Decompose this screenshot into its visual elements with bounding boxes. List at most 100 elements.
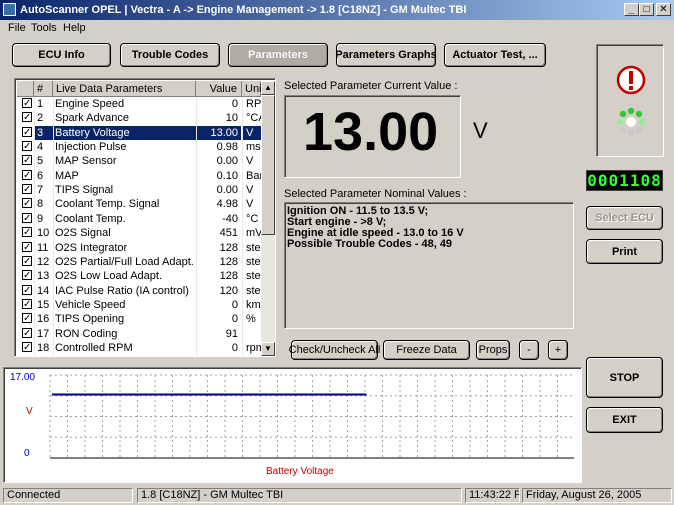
row-value: 120 <box>219 284 238 297</box>
menu-tools[interactable]: Tools <box>31 22 57 34</box>
row-value: 128 <box>219 241 238 254</box>
row-value: 0.00 <box>216 184 238 197</box>
row-number: 8 <box>37 198 44 211</box>
row-unit: V <box>246 198 254 211</box>
row-checkbox[interactable]: ✓ <box>20 255 32 269</box>
row-number: 6 <box>37 169 44 182</box>
row-checkbox[interactable]: ✓ <box>20 226 32 240</box>
checkbox-checked-icon[interactable]: ✓ <box>22 184 32 195</box>
header-name[interactable]: Live Data Parameters <box>53 81 196 97</box>
row-unit: V <box>243 125 261 140</box>
row-value: 0 <box>231 298 238 311</box>
row-parameter-name: Engine Speed <box>55 98 125 110</box>
row-checkbox[interactable]: ✓ <box>20 197 32 211</box>
menu-bar: File Tools Help <box>0 20 674 36</box>
checkbox-checked-icon[interactable]: ✓ <box>22 112 32 123</box>
row-unit <box>243 327 261 341</box>
ecu-info-button[interactable]: ECU Info <box>12 43 111 67</box>
row-parameter-name: IAC Pulse Ratio (IA control) <box>55 284 189 297</box>
row-checkbox[interactable]: ✓ <box>20 341 32 355</box>
minimize-button[interactable]: _ <box>624 3 639 16</box>
parameters-table[interactable]: # Live Data Parameters Value Unit ✓ 1 Engi… <box>14 78 276 357</box>
scroll-thumb[interactable] <box>261 95 275 235</box>
row-value: 128 <box>219 255 238 268</box>
row-value: 13.00 <box>197 125 241 140</box>
row-checkbox[interactable]: ✓ <box>20 97 32 111</box>
select-ecu-button[interactable]: Select ECU <box>586 206 663 230</box>
scroll-up-icon[interactable]: ▲ <box>261 81 275 95</box>
checkbox-checked-icon[interactable]: ✓ <box>22 169 32 180</box>
checkbox-checked-icon[interactable]: ✓ <box>22 270 32 281</box>
checkbox-checked-icon[interactable]: ✓ <box>22 341 32 352</box>
title-bar: AutoScanner OPEL | Vectra - A -> Engine … <box>0 0 674 20</box>
warning-icon <box>616 65 646 95</box>
row-checkbox[interactable]: ✓ <box>20 212 32 226</box>
current-unit: V <box>473 118 488 143</box>
window-title: AutoScanner OPEL | Vectra - A -> Engine … <box>20 4 467 16</box>
row-value: 128 <box>219 270 238 283</box>
props-button[interactable]: Props <box>476 340 510 360</box>
header-value[interactable]: Value <box>196 81 242 97</box>
trouble-codes-button[interactable]: Trouble Codes <box>120 43 220 67</box>
close-button[interactable]: ✕ <box>656 3 671 16</box>
checkbox-checked-icon[interactable]: ✓ <box>22 126 32 137</box>
maximize-button[interactable]: □ <box>639 3 654 16</box>
row-checkbox[interactable]: ✓ <box>20 312 32 326</box>
row-number: 7 <box>37 184 44 197</box>
status-ecu: 1.8 [C18NZ] - GM Multec TBI <box>137 488 462 503</box>
row-checkbox[interactable]: ✓ <box>20 111 32 125</box>
checkbox-checked-icon[interactable]: ✓ <box>22 198 32 209</box>
row-value: 0 <box>231 313 238 326</box>
checkbox-checked-icon[interactable]: ✓ <box>22 98 32 109</box>
row-unit: rpm <box>246 341 261 354</box>
row-unit: ms <box>246 141 261 154</box>
table-scrollbar[interactable]: ▲ ▼ <box>261 81 275 356</box>
row-value: 451 <box>219 227 238 240</box>
freeze-data-button[interactable]: Freeze Data <box>383 340 470 360</box>
check-uncheck-all-button[interactable]: Check/Uncheck All <box>289 340 380 360</box>
checkbox-checked-icon[interactable]: ✓ <box>22 284 32 295</box>
stop-button[interactable]: STOP <box>586 357 663 398</box>
row-checkbox[interactable]: ✓ <box>20 169 32 183</box>
nominal-line: Possible Trouble Codes - 48, 49 <box>287 238 453 250</box>
row-number: 17 <box>37 327 50 340</box>
row-value: 0.98 <box>216 141 238 154</box>
row-checkbox[interactable]: ✓ <box>20 154 32 168</box>
row-checkbox[interactable]: ✓ <box>20 140 32 154</box>
checkbox-checked-icon[interactable]: ✓ <box>22 313 32 324</box>
checkbox-checked-icon[interactable]: ✓ <box>22 241 32 252</box>
zoom-in-button[interactable]: + <box>548 340 568 360</box>
row-parameter-name: Coolant Temp. <box>55 212 126 225</box>
menu-help[interactable]: Help <box>63 22 86 34</box>
row-checkbox[interactable]: ✓ <box>20 241 32 255</box>
checkbox-checked-icon[interactable]: ✓ <box>22 155 32 166</box>
checkbox-checked-icon[interactable]: ✓ <box>22 298 32 309</box>
checkbox-checked-icon[interactable]: ✓ <box>22 227 32 238</box>
menu-file[interactable]: File <box>8 22 26 34</box>
row-checkbox[interactable]: ✓ <box>20 327 32 341</box>
row-checkbox[interactable]: ✓ <box>20 183 32 197</box>
row-checkbox[interactable]: ✓ <box>20 269 32 283</box>
header-number[interactable]: # <box>34 81 53 97</box>
checkbox-checked-icon[interactable]: ✓ <box>22 212 32 223</box>
header-unit[interactable]: Unit <box>242 81 265 97</box>
zoom-out-button[interactable]: - <box>519 340 539 360</box>
parameters-button[interactable]: Parameters <box>228 43 328 67</box>
print-button[interactable]: Print <box>586 239 663 264</box>
parameters-graphs-button[interactable]: Parameters Graphs <box>335 43 437 67</box>
row-number: 2 <box>37 112 44 125</box>
row-checkbox[interactable]: ✓ <box>20 126 32 140</box>
row-unit: steps <box>246 284 261 297</box>
row-unit: steps <box>246 255 261 268</box>
actuator-test-button[interactable]: Actuator Test, ... <box>444 43 546 67</box>
row-checkbox[interactable]: ✓ <box>20 298 32 312</box>
row-number: 1 <box>37 98 44 110</box>
checkbox-checked-icon[interactable]: ✓ <box>22 327 32 338</box>
row-value: -40 <box>222 212 238 225</box>
row-checkbox[interactable]: ✓ <box>20 284 32 298</box>
scroll-down-icon[interactable]: ▼ <box>261 342 275 356</box>
row-number: 3 <box>35 125 53 140</box>
checkbox-checked-icon[interactable]: ✓ <box>22 141 32 152</box>
exit-button[interactable]: EXIT <box>586 407 663 433</box>
checkbox-checked-icon[interactable]: ✓ <box>22 255 32 266</box>
